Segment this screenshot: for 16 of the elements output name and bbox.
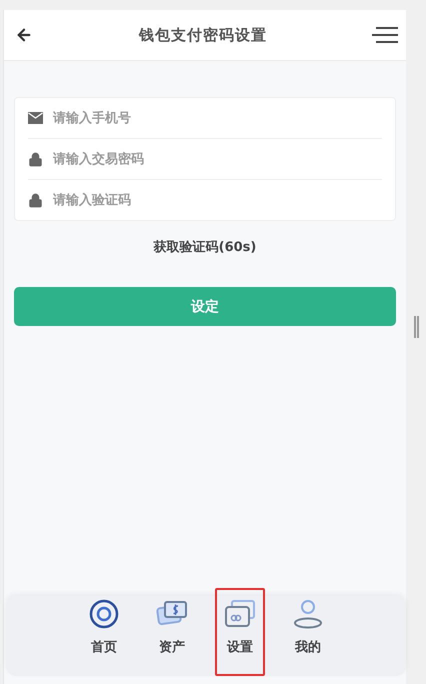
resize-handle[interactable]: [414, 316, 418, 338]
menu-icon[interactable]: [372, 25, 398, 45]
nav-item[interactable]: 我的: [283, 588, 333, 676]
lock-icon: [28, 192, 43, 208]
input-field[interactable]: 请输入验证码: [53, 188, 382, 212]
lock-icon: [28, 152, 43, 166]
nav-item[interactable]: 设置: [215, 588, 265, 676]
target-icon: [87, 598, 121, 630]
mail-icon: [28, 112, 43, 124]
nav-item[interactable]: 资产: [147, 588, 197, 676]
input-field[interactable]: 请输入交易密码: [53, 147, 382, 171]
get-code-button[interactable]: 获取验证码(60s): [148, 237, 262, 257]
nav-item[interactable]: 首页: [79, 588, 129, 676]
user-icon: [291, 598, 325, 630]
input-field[interactable]: 请输入手机号: [53, 106, 382, 130]
page-title: 钱包支付密码设置: [139, 26, 267, 44]
